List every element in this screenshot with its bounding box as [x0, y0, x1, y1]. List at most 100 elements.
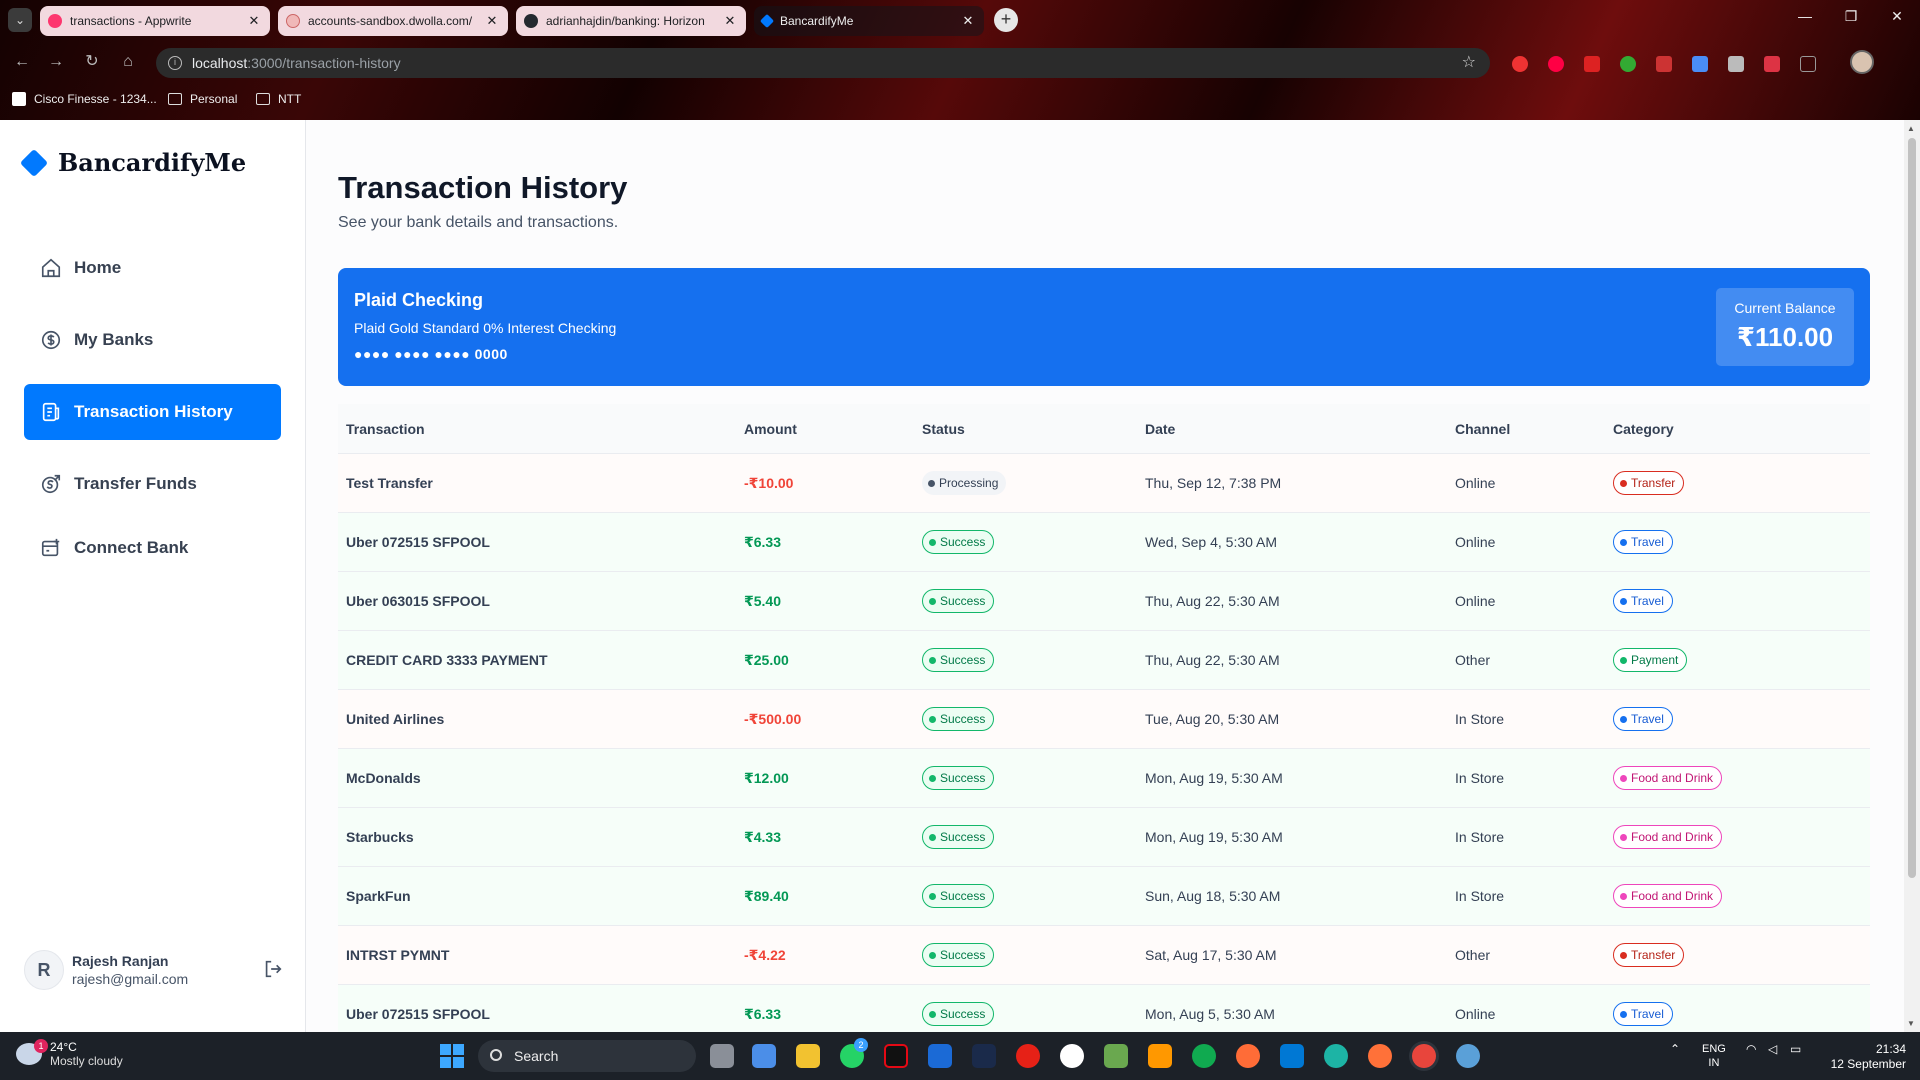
minimize-icon[interactable]: — — [1790, 8, 1820, 24]
sidebar-item-my-banks[interactable]: My Banks — [24, 312, 281, 368]
system-clock[interactable]: 21:34 12 September — [1831, 1042, 1906, 1072]
transaction-channel: Online — [1455, 1006, 1496, 1022]
sublime-icon[interactable] — [1148, 1044, 1172, 1068]
table-row[interactable]: Test Transfer -₹10.00 Processing Thu, Sep 1… — [338, 454, 1870, 513]
folder-icon — [256, 93, 270, 105]
restore-icon[interactable]: ❐ — [1836, 8, 1866, 25]
table-row[interactable]: United Airlines -₹500.00 Success Tue, Aug 2… — [338, 690, 1870, 749]
logout-icon[interactable] — [262, 958, 284, 980]
avatar[interactable]: R — [24, 950, 64, 990]
reload-icon[interactable]: ↻ — [80, 50, 104, 74]
tab-github[interactable]: adrianhajdin/banking: Horizon ✕ — [516, 6, 746, 36]
balance-value: ₹110.00 — [1736, 322, 1834, 352]
account-official-name: Plaid Gold Standard 0% Interest Checking — [354, 320, 617, 336]
table-row[interactable]: Uber 072515 SFPOOL ₹6.33 Success Wed, Sep 4… — [338, 513, 1870, 572]
back-icon[interactable]: ← — [10, 50, 34, 74]
edge-icon[interactable] — [1324, 1044, 1348, 1068]
balance-label: Current Balance — [1734, 300, 1836, 316]
sidebar-item-transaction-history[interactable]: Transaction History — [24, 384, 281, 440]
table-row[interactable]: CREDIT CARD 3333 PAYMENT ₹25.00 Success Thu… — [338, 631, 1870, 690]
extension-icon[interactable] — [1692, 56, 1708, 72]
bookmark-star-icon[interactable]: ☆ — [1462, 48, 1476, 78]
scroll-up-icon[interactable]: ▲ — [1907, 124, 1915, 133]
weather-widget[interactable]: 1 24°C Mostly cloudy — [16, 1039, 123, 1068]
netflix-icon[interactable] — [884, 1044, 908, 1068]
vscode-icon[interactable] — [1280, 1044, 1304, 1068]
github-desktop-icon[interactable] — [1060, 1044, 1084, 1068]
app-logo[interactable]: BancardifyMe — [19, 148, 246, 177]
page-scrollbar[interactable]: ▲ ▼ — [1904, 120, 1920, 1032]
home-browser-icon[interactable]: ⌂ — [116, 50, 140, 74]
battery-icon[interactable]: ▭ — [1790, 1042, 1801, 1056]
adblock-extension-icon[interactable] — [1512, 56, 1528, 72]
table-row[interactable]: Uber 063015 SFPOOL ₹5.40 Success Thu, Aug 2… — [338, 572, 1870, 631]
close-icon[interactable]: ✕ — [960, 13, 976, 29]
table-row[interactable]: Uber 072515 SFPOOL ₹6.33 Success Mon, Aug 5… — [338, 985, 1870, 1032]
address-bar[interactable]: i localhost:3000/transaction-history ☆ — [156, 48, 1490, 78]
postman-icon[interactable] — [1236, 1044, 1260, 1068]
notepad-icon[interactable] — [1104, 1044, 1128, 1068]
table-row[interactable]: Starbucks ₹4.33 Success Mon, Aug 19, 5:30 A… — [338, 808, 1870, 867]
tab-appwrite[interactable]: transactions - Appwrite ✕ — [40, 6, 270, 36]
close-icon[interactable]: ✕ — [246, 13, 262, 29]
bookmark-cisco-finesse[interactable]: Cisco Finesse - 1234... — [12, 92, 157, 106]
sidebar-item-transfer-funds[interactable]: Transfer Funds — [24, 456, 281, 512]
extensions-puzzle-icon[interactable] — [1800, 56, 1816, 72]
extension-icon[interactable] — [1764, 56, 1780, 72]
close-icon[interactable]: ✕ — [722, 13, 738, 29]
close-icon[interactable]: ✕ — [484, 13, 500, 29]
category-dot-icon — [1620, 1010, 1627, 1018]
file-explorer-icon[interactable] — [796, 1044, 820, 1068]
scroll-thumb[interactable] — [1908, 138, 1916, 878]
new-extension-icon[interactable] — [1584, 56, 1600, 72]
app-icon[interactable] — [1456, 1044, 1480, 1068]
scroll-down-icon[interactable]: ▼ — [1907, 1019, 1915, 1028]
bookmark-folder-personal[interactable]: Personal — [168, 92, 237, 106]
bookmark-folder-ntt[interactable]: NTT — [256, 92, 301, 106]
table-row[interactable]: McDonalds ₹12.00 Success Mon, Aug 19, 5:30 … — [338, 749, 1870, 808]
amazon-music-icon[interactable] — [972, 1044, 996, 1068]
store-icon[interactable] — [752, 1044, 776, 1068]
start-button[interactable] — [440, 1044, 464, 1068]
firefox-icon[interactable] — [1368, 1044, 1392, 1068]
extension-icon[interactable] — [1656, 56, 1672, 72]
category-dot-icon — [1620, 892, 1627, 900]
url-host: localhost — [192, 55, 248, 71]
table-row[interactable]: INTRST PYMNT -₹4.22 Success Sat, Aug 17, 5:… — [338, 926, 1870, 985]
tab-dwolla[interactable]: accounts-sandbox.dwolla.com/ ✕ — [278, 6, 508, 36]
prime-video-icon[interactable] — [928, 1044, 952, 1068]
sidebar-item-connect-bank[interactable]: Connect Bank — [24, 520, 281, 576]
appwrite-icon — [48, 14, 62, 28]
category-dot-icon — [1620, 951, 1627, 959]
bookmark-label: Personal — [190, 92, 238, 106]
site-info-icon[interactable]: i — [168, 56, 182, 70]
extension-icon[interactable] — [1620, 56, 1636, 72]
task-view-icon[interactable] — [710, 1044, 734, 1068]
status-badge: Success — [922, 648, 995, 672]
taskbar-search[interactable]: Search — [478, 1040, 696, 1072]
transaction-channel: In Store — [1455, 711, 1505, 727]
tab-search-button[interactable]: ⌄ — [8, 8, 32, 32]
transaction-date: Thu, Sep 12, 7:38 PM — [1145, 475, 1282, 491]
new-tab-button[interactable]: + — [994, 8, 1018, 32]
chrome-icon[interactable] — [1412, 1044, 1436, 1068]
forward-icon[interactable]: → — [44, 50, 68, 74]
tab-bancardifyme[interactable]: BancardifyMe ✕ — [754, 6, 984, 36]
sidebar-item-home[interactable]: Home — [24, 240, 281, 296]
volume-icon[interactable]: ◁ — [1768, 1042, 1777, 1056]
status-label: Success — [940, 948, 986, 962]
extension-icon[interactable] — [1548, 56, 1564, 72]
transaction-date: Sat, Aug 17, 5:30 AM — [1145, 947, 1277, 963]
category-dot-icon — [1620, 597, 1627, 605]
transaction-date: Tue, Aug 20, 5:30 AM — [1145, 711, 1280, 727]
profile-avatar[interactable] — [1850, 50, 1874, 74]
window-close-icon[interactable]: ✕ — [1882, 8, 1912, 25]
table-row[interactable]: SparkFun ₹89.40 Success Sun, Aug 18, 5:30 A… — [338, 867, 1870, 926]
language-indicator[interactable]: ENG IN — [1702, 1042, 1726, 1070]
extension-icon[interactable] — [1728, 56, 1744, 72]
mongodb-icon[interactable] — [1192, 1044, 1216, 1068]
youtube-icon[interactable] — [1016, 1044, 1040, 1068]
status-badge: Success — [922, 766, 995, 790]
chevron-up-icon[interactable]: ⌃ — [1670, 1042, 1680, 1056]
wifi-icon[interactable]: ◠ — [1746, 1042, 1756, 1056]
